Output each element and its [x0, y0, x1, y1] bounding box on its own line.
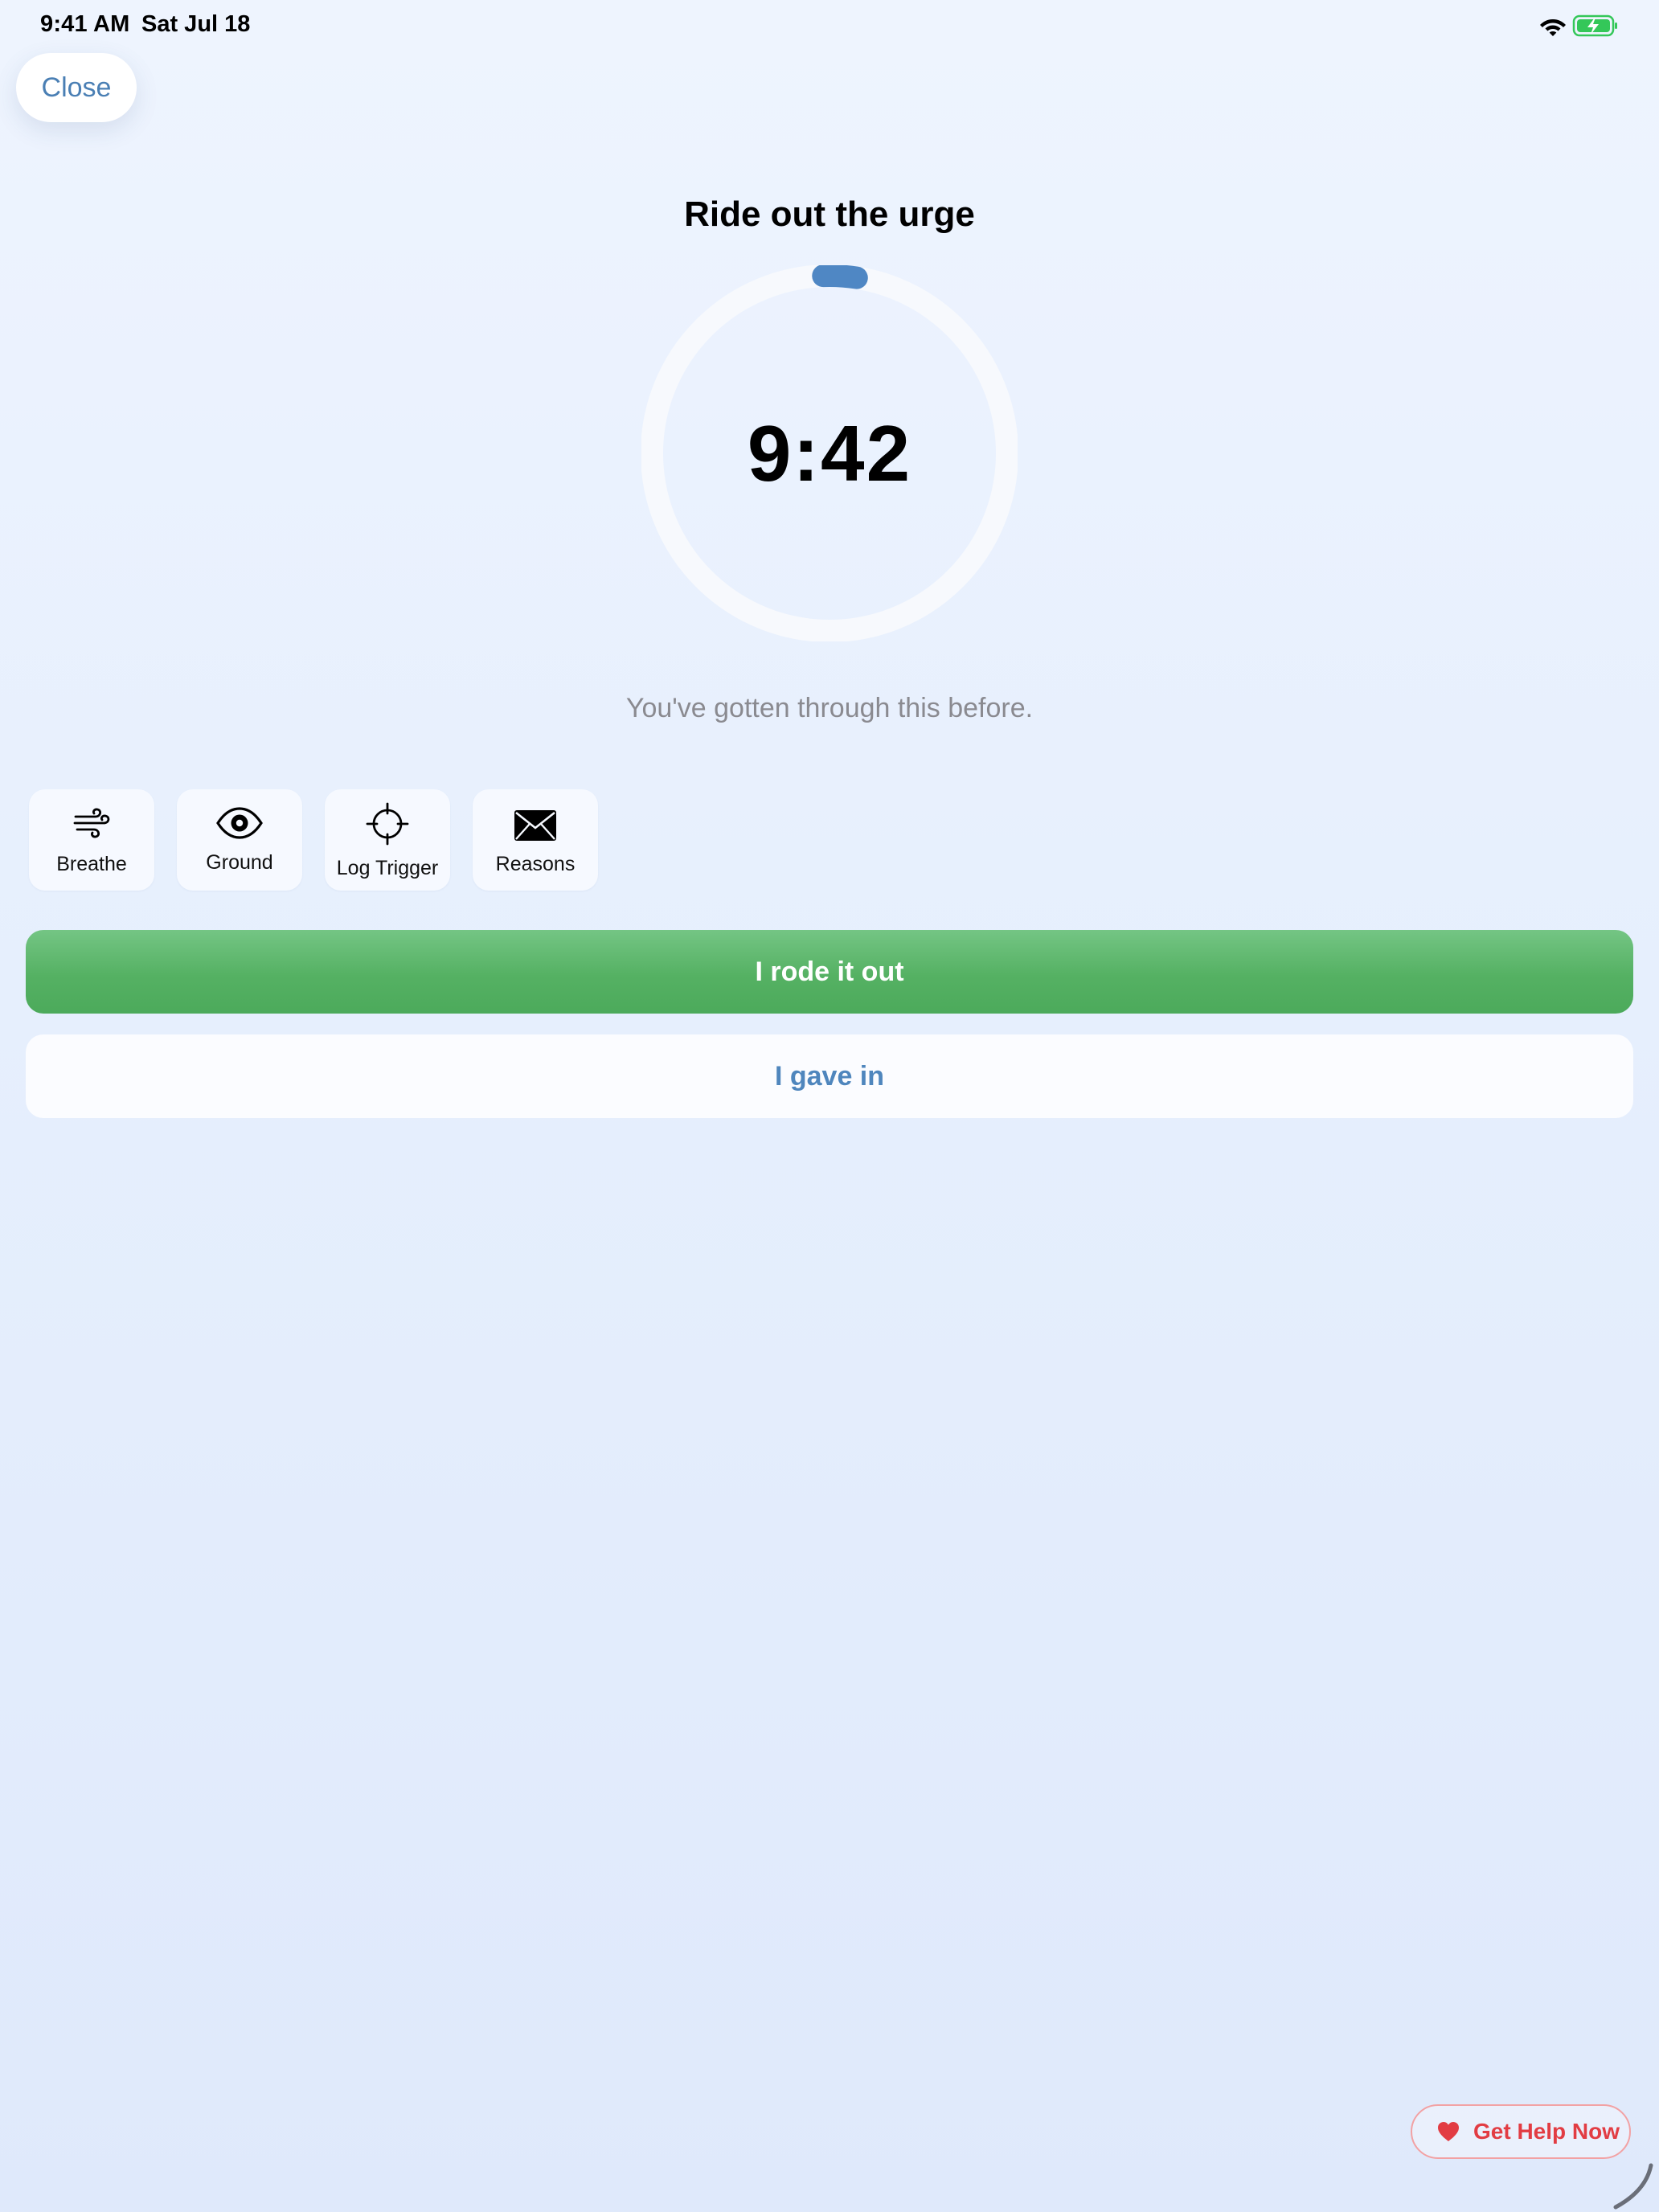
rode-it-out-button[interactable]: I rode it out [26, 930, 1633, 1014]
status-bar: 9:41 AM Sat Jul 18 [0, 0, 1659, 51]
tool-reasons-button[interactable]: Reasons [473, 789, 598, 891]
tool-label: Breathe [56, 853, 127, 875]
tool-breathe-button[interactable]: Breathe [29, 789, 154, 891]
tool-log-trigger-button[interactable]: Log Trigger [325, 789, 450, 891]
status-date: Sat Jul 18 [141, 11, 251, 37]
crosshair-icon [366, 802, 409, 846]
tool-label: Log Trigger [336, 857, 439, 879]
status-time: 9:41 AM [40, 11, 130, 37]
tool-label: Ground [206, 851, 273, 874]
wind-icon [73, 808, 110, 838]
tool-label: Reasons [495, 853, 576, 875]
get-help-now-button[interactable]: Get Help Now [1411, 2104, 1631, 2159]
wifi-icon [1540, 19, 1566, 36]
tool-ground-button[interactable]: Ground [177, 789, 302, 891]
eye-icon [216, 807, 263, 839]
get-help-now-label: Get Help Now [1473, 2119, 1620, 2144]
page-title: Ride out the urge [684, 195, 975, 234]
battery-charging-icon [1572, 14, 1617, 37]
envelope-icon [514, 810, 556, 841]
gave-in-button[interactable]: I gave in [26, 1034, 1633, 1118]
timer-display: 9:42 [747, 408, 912, 498]
encouragement-text: You've gotten through this before. [625, 693, 1034, 723]
window-resize-handle[interactable] [1611, 2162, 1659, 2212]
heart-icon [1438, 2122, 1459, 2141]
close-button[interactable]: Close [16, 53, 137, 122]
